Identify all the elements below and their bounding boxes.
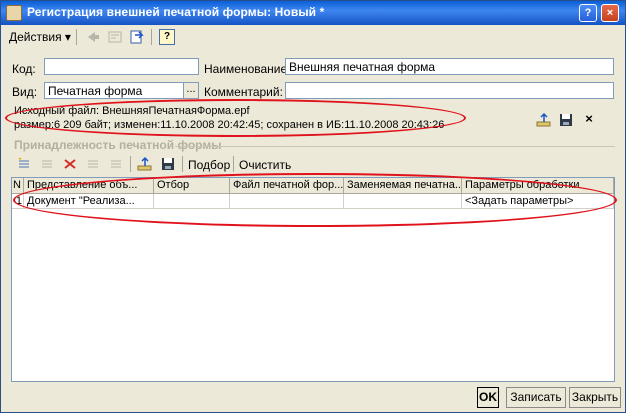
comment-field[interactable] — [285, 82, 614, 99]
delete-file-icon[interactable]: × — [581, 112, 597, 128]
column-header-n[interactable]: N — [12, 178, 24, 194]
move-up-icon[interactable] — [85, 156, 101, 174]
save-file-icon[interactable] — [558, 112, 574, 128]
toolbar-separator — [182, 156, 183, 172]
comment-label: Комментарий: — [204, 85, 283, 99]
toolbar-separator — [151, 29, 152, 45]
title-bar[interactable]: Регистрация внешней печатной формы: Новы… — [1, 1, 625, 25]
dialog-window: Регистрация внешней печатной формы: Новы… — [0, 0, 626, 413]
copy-row-icon[interactable] — [39, 156, 55, 174]
load-params-icon[interactable] — [137, 156, 153, 174]
move-down-icon[interactable] — [108, 156, 124, 174]
name-label: Наименование: — [204, 62, 291, 76]
app-icon — [6, 5, 22, 21]
delete-row-icon[interactable] — [62, 156, 78, 174]
toolbar: Действия ▾ ? — [3, 27, 623, 47]
highlight-ellipse — [13, 173, 617, 227]
window-title: Регистрация внешней печатной формы: Новы… — [27, 5, 325, 19]
toolbar-separator — [130, 156, 131, 172]
title-help-button[interactable]: ? — [579, 4, 597, 22]
kind-field[interactable]: Печатная форма — [44, 82, 184, 99]
toolbar-separator — [233, 156, 234, 172]
structure-icon[interactable] — [107, 29, 123, 45]
add-row-icon[interactable] — [16, 156, 32, 174]
title-close-button[interactable]: × — [601, 4, 619, 22]
kind-label: Вид: — [12, 85, 38, 99]
code-label: Код: — [12, 62, 36, 76]
clear-button[interactable]: Очистить — [239, 158, 291, 172]
close-button[interactable]: Закрыть — [569, 387, 621, 408]
save-params-icon[interactable] — [160, 156, 176, 174]
name-field[interactable]: Внешняя печатная форма — [285, 58, 614, 75]
highlight-ellipse — [5, 99, 466, 137]
select-button[interactable]: Подбор — [188, 158, 230, 172]
ok-button[interactable]: OK — [477, 387, 499, 408]
save-button[interactable]: Записать — [506, 387, 566, 408]
load-file-icon[interactable] — [536, 112, 552, 128]
refresh-icon[interactable] — [129, 29, 145, 45]
back-icon[interactable] — [85, 29, 101, 45]
actions-menu[interactable]: Действия ▾ — [9, 30, 71, 44]
help-icon[interactable]: ? — [159, 29, 175, 45]
group-divider — [175, 146, 615, 147]
group-title: Принадлежность печатной формы — [14, 138, 222, 152]
kind-select-button[interactable]: ... — [183, 82, 199, 99]
code-field[interactable] — [44, 58, 199, 75]
toolbar-separator — [76, 29, 77, 45]
